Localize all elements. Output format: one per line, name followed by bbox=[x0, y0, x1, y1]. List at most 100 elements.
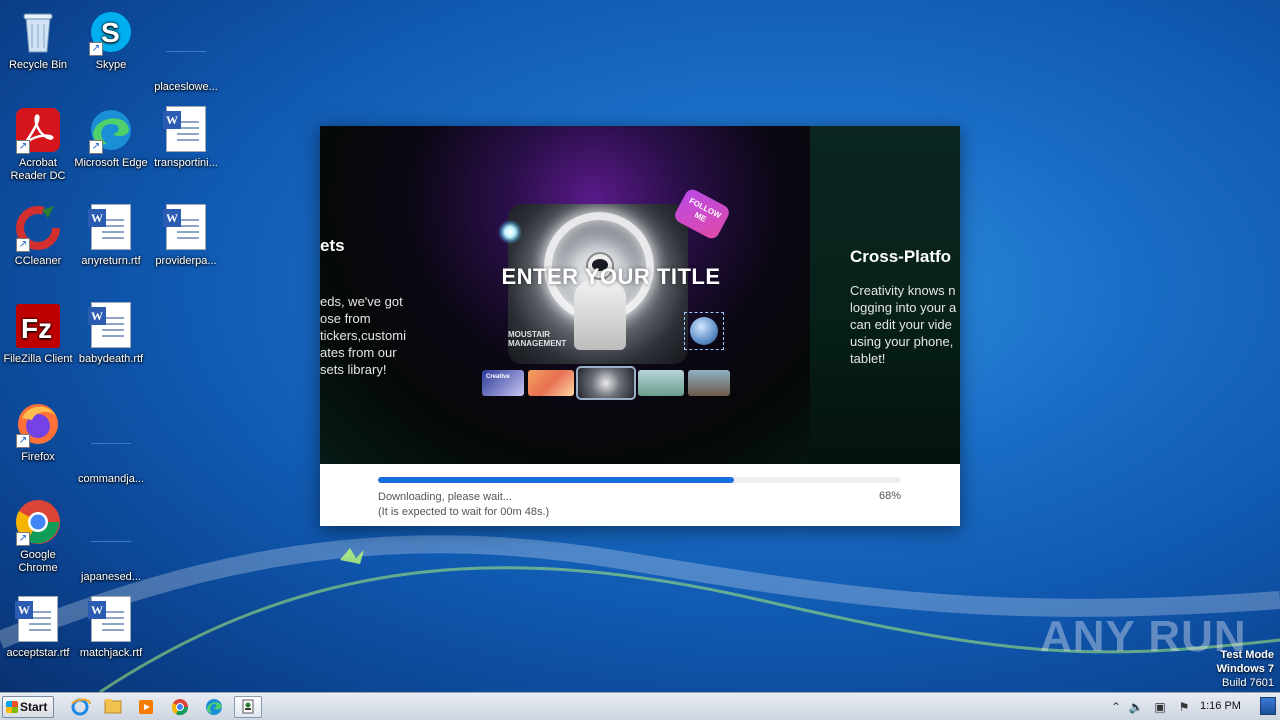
desktop-icon-commandja[interactable]: commandja... bbox=[73, 400, 149, 486]
word-document-icon: W bbox=[87, 596, 135, 644]
windows-logo-icon bbox=[6, 701, 18, 713]
shortcut-arrow-icon: ↗ bbox=[16, 532, 30, 546]
desktop-icon-label: Acrobat Reader DC bbox=[10, 157, 66, 182]
action-center-flag-icon[interactable]: ⚑ bbox=[1176, 699, 1192, 715]
start-button[interactable]: Start bbox=[2, 696, 54, 718]
start-label: Start bbox=[20, 700, 48, 714]
firefox-icon: ↗ bbox=[14, 400, 62, 448]
shortcut-arrow-icon: ↗ bbox=[16, 140, 30, 154]
desktop-icon-label: japanesed... bbox=[81, 571, 141, 583]
desktop-icon-label: anyreturn.rtf bbox=[81, 255, 141, 267]
desktop-icon-matchjack[interactable]: W matchjack.rtf bbox=[73, 596, 149, 660]
filezilla-icon: Fz bbox=[14, 302, 62, 350]
desktop-icon-anyreturn[interactable]: W anyreturn.rtf bbox=[73, 204, 149, 268]
edge-icon: ↗ bbox=[87, 106, 135, 154]
desktop-icon-babydeath[interactable]: W babydeath.rtf bbox=[73, 302, 149, 366]
slide-left-heading: ets bbox=[320, 236, 345, 255]
desktop-icon-label: commandja... bbox=[77, 473, 145, 485]
slide-right-heading: Cross-Platfo bbox=[850, 247, 952, 266]
internet-explorer-icon bbox=[71, 698, 91, 716]
globe-selection bbox=[684, 312, 724, 350]
show-hidden-icons-chevron-icon[interactable]: ⌃ bbox=[1108, 699, 1124, 715]
thumbnail-landscape bbox=[638, 370, 684, 396]
desktop-icon-label: acceptstar.rtf bbox=[6, 647, 70, 659]
edge-icon bbox=[206, 699, 222, 715]
desktop-icon-japanesed[interactable]: japanesed... bbox=[73, 498, 149, 584]
download-progress-fill bbox=[378, 477, 734, 483]
desktop-icon-label: Firefox bbox=[21, 451, 55, 463]
desktop-icon-microsoft-edge[interactable]: ↗ Microsoft Edge bbox=[73, 106, 149, 170]
blank-file-icon bbox=[87, 520, 135, 568]
desktop-icon-transportini[interactable]: W transportini... bbox=[148, 106, 224, 170]
slide-left-body: eds, we've got ose from tickers,customi … bbox=[320, 294, 406, 377]
desktop-icon-label: placeslowe... bbox=[154, 81, 218, 93]
desktop-icon-label: Google Chrome bbox=[18, 549, 58, 574]
folder-icon bbox=[104, 699, 122, 714]
skype-icon: S ↗ bbox=[87, 8, 135, 56]
desktop-icon-skype[interactable]: S ↗ Skype bbox=[73, 8, 149, 72]
installer-window[interactable]: ets eds, we've got ose from tickers,cust… bbox=[320, 126, 960, 526]
word-document-icon: W bbox=[162, 106, 210, 154]
recycle-bin-icon bbox=[14, 8, 62, 56]
build-label: Build 7601 bbox=[1222, 677, 1274, 689]
thumbnail-label: Creative bbox=[486, 374, 510, 380]
download-status: Downloading, please wait... (It is expec… bbox=[378, 490, 549, 520]
chrome-icon: ↗ bbox=[14, 498, 62, 546]
word-document-icon: W bbox=[14, 596, 62, 644]
thumbnail-strip: Creative bbox=[482, 366, 730, 400]
shortcut-arrow-icon: ↗ bbox=[89, 140, 103, 154]
thumbnail-island bbox=[688, 370, 730, 396]
chrome-icon bbox=[171, 699, 189, 716]
blank-file-icon bbox=[87, 422, 135, 470]
word-document-icon: W bbox=[87, 204, 135, 252]
desktop-icon-providerpa[interactable]: W providerpa... bbox=[148, 204, 224, 268]
svg-text:S: S bbox=[101, 17, 120, 48]
desktop-icon-ccleaner[interactable]: ↗ CCleaner bbox=[0, 204, 76, 268]
volume-icon[interactable]: 🔈 bbox=[1128, 699, 1144, 715]
download-status-line: Downloading, please wait... bbox=[378, 491, 512, 503]
shortcut-arrow-icon: ↗ bbox=[16, 434, 30, 448]
shortcut-arrow-icon: ↗ bbox=[89, 42, 103, 56]
desktop-icon-label: Skype bbox=[95, 59, 127, 71]
astronaut-figure bbox=[574, 280, 626, 350]
blank-file-icon bbox=[162, 30, 210, 78]
desktop-icon-firefox[interactable]: ↗ Firefox bbox=[0, 400, 76, 464]
taskbar-google-chrome[interactable] bbox=[166, 696, 194, 718]
hero-title: ENTER YOUR TITLE bbox=[501, 264, 721, 289]
thumbnail-astronaut bbox=[576, 366, 636, 400]
slide-right-body: Creativity knows n logging into your a c… bbox=[850, 283, 957, 366]
desktop-icon-label: Recycle Bin bbox=[8, 59, 68, 71]
globe-icon bbox=[690, 317, 718, 345]
desktop-icon-label: transportini... bbox=[154, 157, 218, 169]
hero-subtitle: MOUSTAIR MANAGEMENT bbox=[508, 330, 566, 348]
desktop-icon-filezilla-client[interactable]: Fz FileZilla Client bbox=[0, 302, 76, 366]
desktop-icon-recycle-bin[interactable]: Recycle Bin bbox=[0, 8, 76, 72]
taskbar-installer-app[interactable] bbox=[234, 696, 262, 718]
desktop-icon-label: babydeath.rtf bbox=[78, 353, 144, 365]
shortcut-arrow-icon: ↗ bbox=[16, 238, 30, 252]
taskbar-internet-explorer[interactable] bbox=[66, 696, 94, 718]
network-icon[interactable]: ▣ bbox=[1152, 699, 1168, 715]
acrobat-reader-icon: ↗ bbox=[14, 106, 62, 154]
download-percent: 68% bbox=[878, 490, 901, 502]
thumbnail-creative: Creative bbox=[482, 370, 524, 396]
test-mode-label: Test Mode bbox=[1220, 649, 1274, 661]
hero-subtitle-line: MANAGEMENT bbox=[508, 339, 567, 348]
desktop-icon-google-chrome[interactable]: ↗ Google Chrome bbox=[0, 498, 76, 575]
desktop-icon-acrobat-reader-dc[interactable]: ↗ Acrobat Reader DC bbox=[0, 106, 76, 183]
word-document-icon: W bbox=[87, 302, 135, 350]
download-progress-bar bbox=[378, 477, 901, 483]
installer-app-icon bbox=[242, 699, 254, 714]
taskbar-windows-explorer[interactable] bbox=[99, 696, 127, 718]
desktop-icon-placeslowe[interactable]: placeslowe... bbox=[148, 8, 224, 94]
taskbar-microsoft-edge[interactable] bbox=[200, 696, 228, 718]
desktop-icon-acceptstar[interactable]: W acceptstar.rtf bbox=[0, 596, 76, 660]
download-wait-line: (It is expected to wait for 00m 48s.) bbox=[378, 506, 550, 518]
media-player-icon bbox=[139, 700, 153, 714]
system-clock[interactable]: 1:16 PM bbox=[1200, 700, 1241, 712]
show-desktop-button[interactable] bbox=[1260, 697, 1276, 715]
hero-subtitle-line: MOUSTAIR bbox=[508, 330, 551, 339]
desktop-icon-label: matchjack.rtf bbox=[79, 647, 143, 659]
os-label: Windows 7 bbox=[1216, 663, 1274, 675]
taskbar-media-player[interactable] bbox=[132, 696, 160, 718]
